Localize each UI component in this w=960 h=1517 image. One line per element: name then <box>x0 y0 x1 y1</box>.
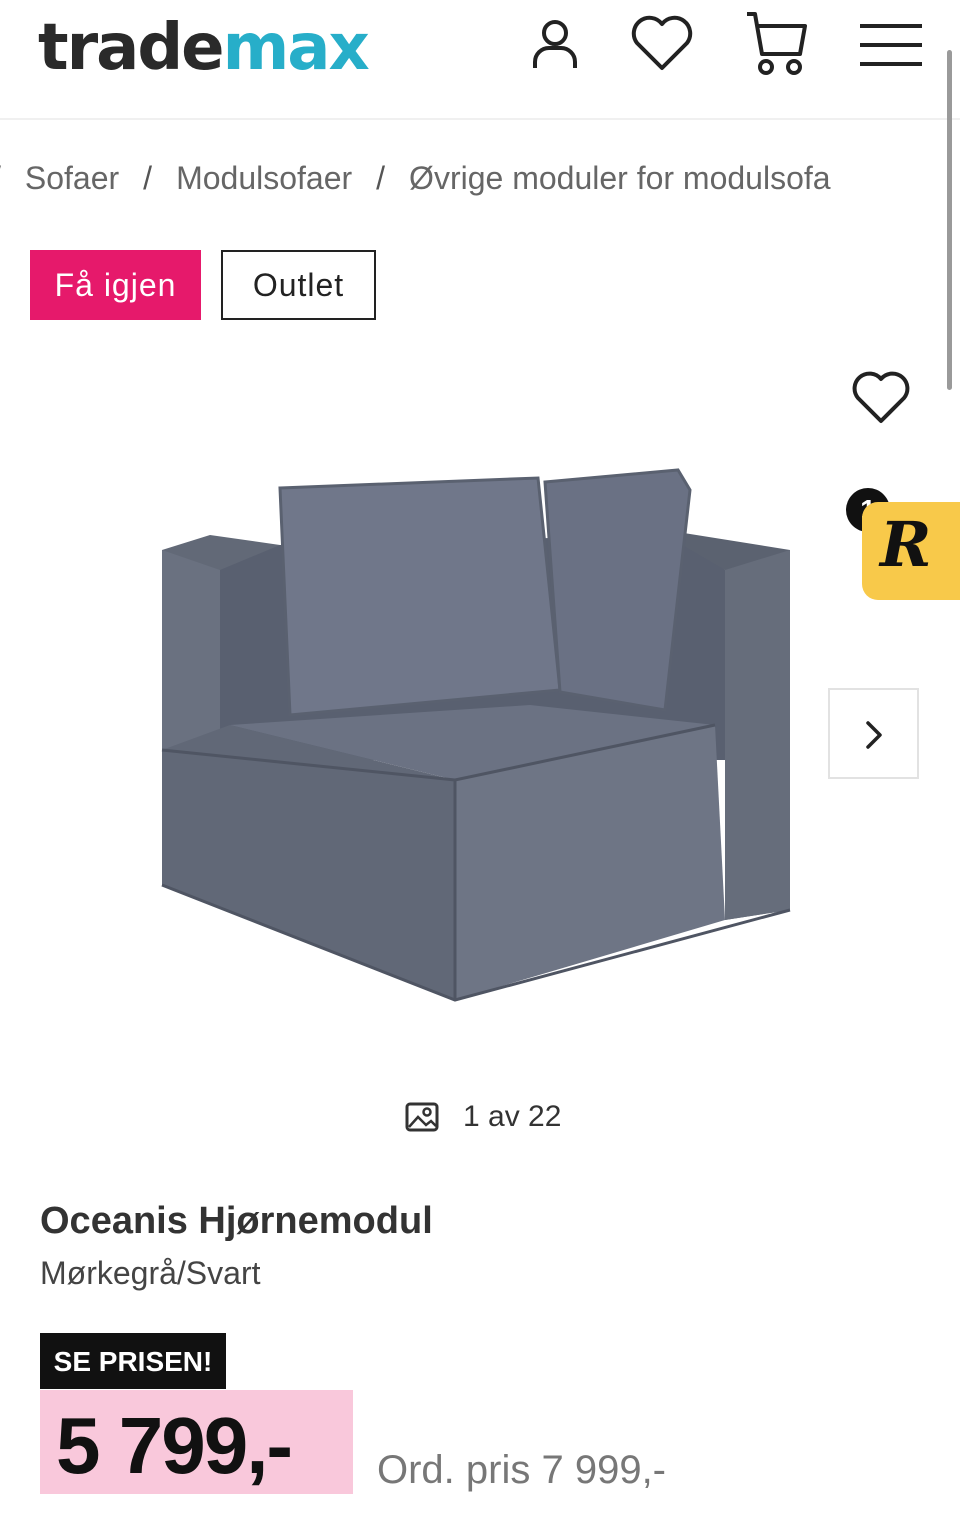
breadcrumb-item-sofaer[interactable]: Sofaer <box>25 160 119 197</box>
rbadge-letter: R <box>880 508 932 581</box>
product-variant: Mørkegrå/Svart <box>40 1255 261 1291</box>
logo-text-trade: trade <box>38 11 225 85</box>
heart-icon[interactable] <box>628 14 696 74</box>
site-header: trademax <box>0 0 960 120</box>
product-image[interactable] <box>150 460 810 1010</box>
cart-icon[interactable] <box>744 10 810 80</box>
gallery-counter: 1 av 22 <box>405 1100 561 1134</box>
outlet-tag: Outlet <box>221 250 376 320</box>
chevron-right-icon <box>866 721 882 749</box>
breadcrumb-separator: / <box>143 160 153 196</box>
logo-text-max: max <box>222 11 370 85</box>
restock-tag: Få igjen <box>30 250 201 320</box>
product-title: Oceanis Hjørnemodul <box>40 1200 433 1242</box>
product-price: 5 799,- <box>56 1401 293 1490</box>
promo-badge: SE PRISEN! <box>40 1333 226 1389</box>
breadcrumb-separator: / <box>0 160 1 197</box>
ordinary-price: Ord. pris 7 999,- <box>377 1448 667 1492</box>
image-gallery-icon <box>405 1102 439 1132</box>
breadcrumb-item-ovrige-moduler[interactable]: Øvrige moduler for modulsofa <box>409 160 831 197</box>
gallery-next-button[interactable] <box>828 688 919 779</box>
menu-icon[interactable] <box>860 22 922 68</box>
page-scrollbar[interactable] <box>947 50 952 390</box>
review-widget-badge[interactable]: R <box>862 502 960 600</box>
trademax-logo[interactable]: trademax <box>38 8 370 88</box>
gallery-counter-text: 1 av 22 <box>463 1100 562 1133</box>
add-to-wishlist-heart-icon[interactable] <box>850 370 912 426</box>
breadcrumb-item-modulsofaer[interactable]: Modulsofaer <box>176 160 352 197</box>
user-icon[interactable] <box>526 14 584 74</box>
breadcrumb-separator: / <box>376 160 386 196</box>
breadcrumb: / Sofaer / Modulsofaer / Øvrige moduler for m… <box>0 160 831 197</box>
